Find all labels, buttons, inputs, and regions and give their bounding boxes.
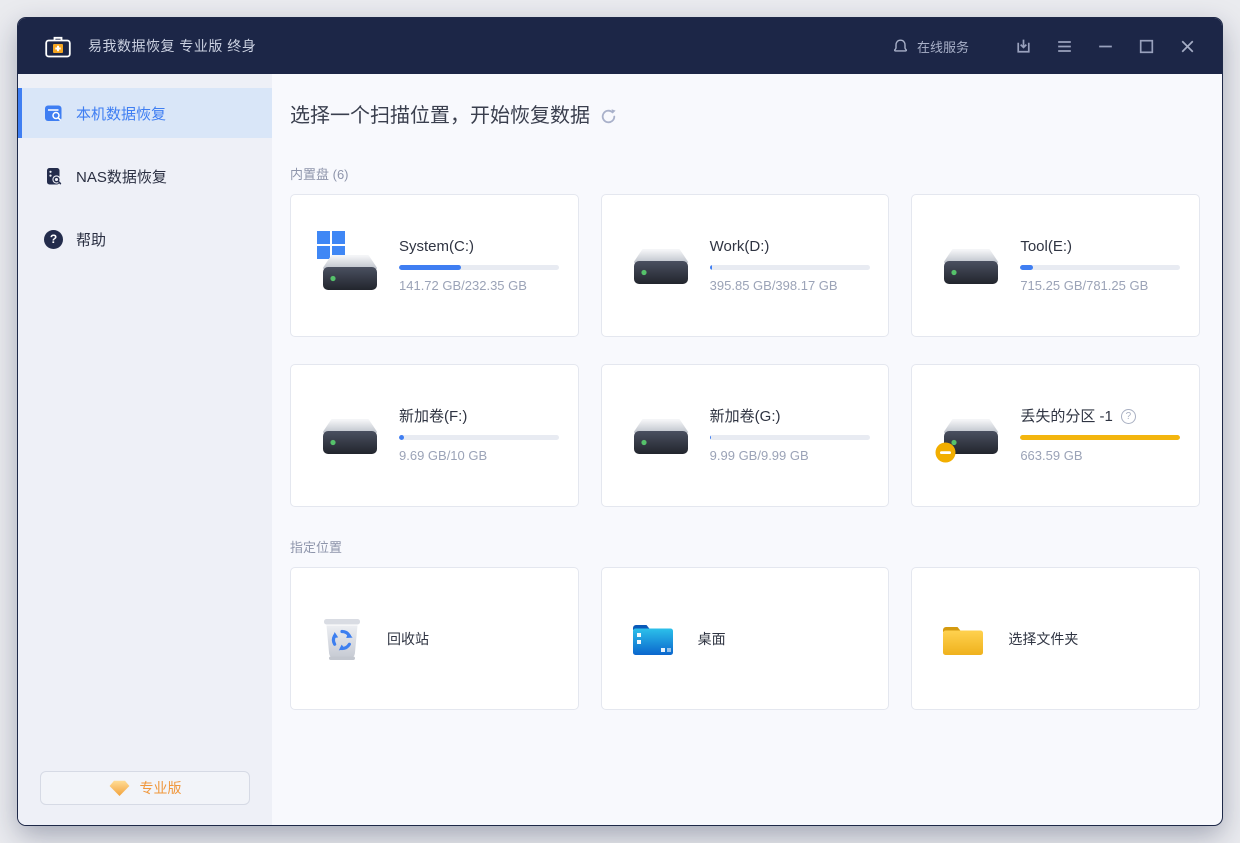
- drive-icon-wrap: [938, 231, 1004, 301]
- help-circle-icon[interactable]: ?: [1121, 409, 1136, 424]
- drive-capacity: 9.69 GB/10 GB: [399, 448, 559, 464]
- page-title: 选择一个扫描位置，开始恢复数据: [290, 102, 1200, 130]
- sidebar-item-local-recovery[interactable]: 本机数据恢复: [18, 88, 272, 138]
- app-window: 易我数据恢复 专业版 终身 在线服务: [18, 18, 1222, 825]
- pro-version-label: 专业版: [140, 778, 182, 798]
- section-label-specified-locations: 指定位置: [290, 539, 1200, 557]
- drive-capacity: 663.59 GB: [1020, 448, 1180, 464]
- folder-icon: [938, 614, 988, 664]
- pro-version-button[interactable]: 专业版: [40, 771, 250, 805]
- drive-name: 新加卷(G:): [710, 407, 870, 426]
- drive-capacity: 9.99 GB/9.99 GB: [710, 448, 870, 464]
- drive-icon-wrap: [938, 401, 1004, 471]
- drive-capacity: 715.25 GB/781.25 GB: [1020, 278, 1180, 294]
- hard-drive-icon: [943, 246, 999, 286]
- menu-button[interactable]: [1053, 35, 1075, 57]
- section-label-internal-drives: 内置盘 (6): [290, 166, 1200, 184]
- drive-name: 新加卷(F:): [399, 407, 559, 426]
- gem-icon: [109, 780, 130, 797]
- drive-capacity: 141.72 GB/232.35 GB: [399, 278, 559, 294]
- drive-usage-bar: [710, 435, 870, 440]
- drive-name: Work(D:): [710, 237, 870, 256]
- drive-card-new-volume-g[interactable]: 新加卷(G:) 9.99 GB/9.99 GB: [601, 364, 890, 507]
- minus-badge-icon: [935, 442, 956, 463]
- minimize-button[interactable]: [1094, 35, 1116, 57]
- sidebar-item-label: NAS数据恢复: [76, 166, 167, 187]
- drive-card-tool-e[interactable]: Tool(E:) 715.25 GB/781.25 GB: [911, 194, 1200, 337]
- hard-drive-icon: [633, 416, 689, 456]
- online-service-label: 在线服务: [917, 37, 969, 56]
- sidebar-item-label: 帮助: [76, 229, 106, 250]
- drive-icon-wrap: [317, 401, 383, 471]
- drive-card-work-d[interactable]: Work(D:) 395.85 GB/398.17 GB: [601, 194, 890, 337]
- drive-card-lost-partition[interactable]: 丢失的分区 -1 ? 663.59 GB: [911, 364, 1200, 507]
- nas-recovery-icon: [44, 167, 63, 186]
- location-card-desktop[interactable]: 桌面: [601, 567, 890, 710]
- titlebar: 易我数据恢复 专业版 终身 在线服务: [18, 18, 1222, 74]
- drive-usage-bar: [399, 265, 559, 270]
- hard-drive-icon: [322, 252, 378, 292]
- drive-card-system-c[interactable]: System(C:) 141.72 GB/232.35 GB: [290, 194, 579, 337]
- download-button[interactable]: [1012, 35, 1034, 57]
- app-title: 易我数据恢复 专业版 终身: [88, 36, 256, 56]
- drive-usage-bar: [710, 265, 870, 270]
- drive-icon-wrap: [628, 401, 694, 471]
- location-label: 回收站: [387, 629, 429, 649]
- refresh-icon[interactable]: [600, 108, 617, 125]
- local-recovery-icon: [44, 104, 63, 123]
- maximize-button[interactable]: [1135, 35, 1157, 57]
- toolbox-plus-icon: [45, 34, 71, 58]
- sidebar-item-label: 本机数据恢复: [76, 103, 166, 124]
- drive-name: 丢失的分区 -1: [1020, 407, 1113, 426]
- drive-usage-bar: [1020, 435, 1180, 440]
- online-service-button[interactable]: 在线服务: [892, 37, 969, 56]
- drive-usage-bar: [399, 435, 559, 440]
- main-content: 选择一个扫描位置，开始恢复数据 内置盘 (6): [272, 74, 1222, 825]
- sidebar: 本机数据恢复 NAS数据恢复 ?: [18, 74, 272, 825]
- titlebar-actions: 在线服务: [892, 35, 1198, 57]
- bell-icon: [892, 38, 909, 55]
- desktop-folder-icon: [628, 614, 678, 664]
- location-card-choose-folder[interactable]: 选择文件夹: [911, 567, 1200, 710]
- hard-drive-icon: [322, 416, 378, 456]
- drive-name: Tool(E:): [1020, 237, 1180, 256]
- location-card-recycle-bin[interactable]: 回收站: [290, 567, 579, 710]
- drive-card-new-volume-f[interactable]: 新加卷(F:) 9.69 GB/10 GB: [290, 364, 579, 507]
- drive-capacity: 395.85 GB/398.17 GB: [710, 278, 870, 294]
- recycle-bin-icon: [317, 614, 367, 664]
- location-label: 桌面: [698, 629, 726, 649]
- drive-usage-bar: [1020, 265, 1180, 270]
- sidebar-item-nas-recovery[interactable]: NAS数据恢复: [18, 151, 272, 201]
- close-button[interactable]: [1176, 35, 1198, 57]
- location-label: 选择文件夹: [1008, 629, 1078, 649]
- locations-grid: 回收站 桌面: [290, 567, 1200, 710]
- sidebar-item-help[interactable]: ? 帮助: [18, 214, 272, 264]
- help-icon: ?: [44, 230, 63, 249]
- drive-icon-wrap: [317, 231, 383, 301]
- drive-name: System(C:): [399, 237, 559, 256]
- drives-grid: System(C:) 141.72 GB/232.35 GB Work(D:): [290, 194, 1200, 507]
- hard-drive-icon: [633, 246, 689, 286]
- drive-icon-wrap: [628, 231, 694, 301]
